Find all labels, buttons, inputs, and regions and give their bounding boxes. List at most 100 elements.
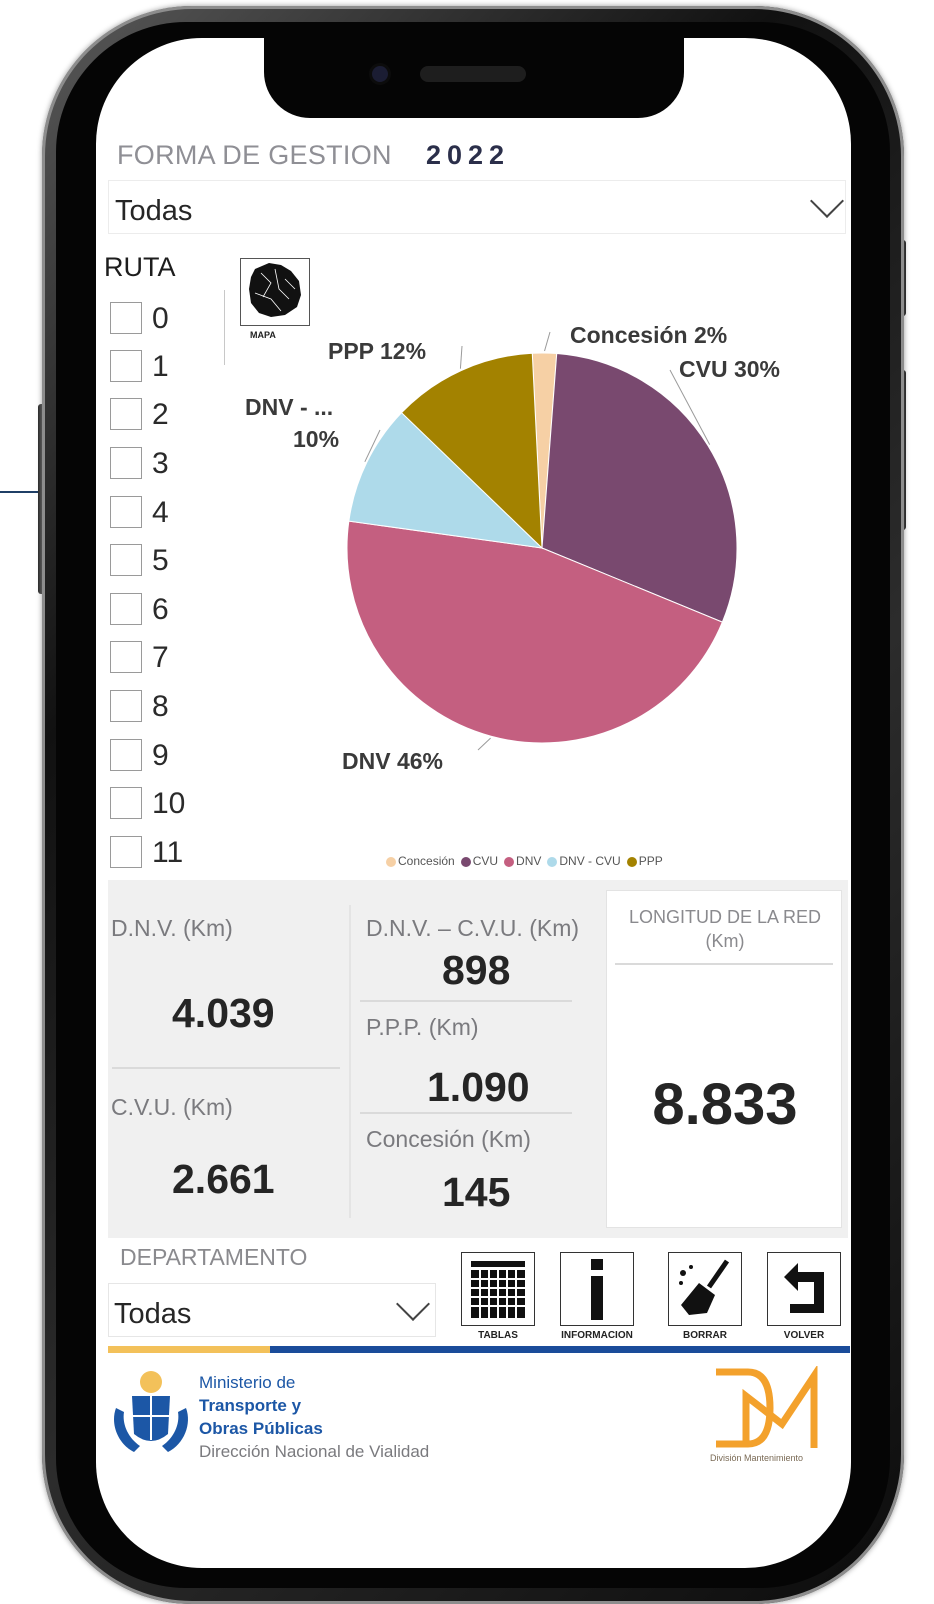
total-card: LONGITUD DE LA RED (Km) 8.833 xyxy=(606,890,842,1228)
legend-item[interactable]: CVU xyxy=(460,854,499,868)
division-caption: División Mantenimiento xyxy=(710,1453,804,1463)
ministry-line-3: Obras Públicas xyxy=(199,1419,323,1438)
cvu-label: C.V.U. (Km) xyxy=(111,1094,233,1120)
ruta-item-label: 0 xyxy=(152,302,169,335)
total-unit: (Km) xyxy=(705,931,745,951)
slicer-divider xyxy=(224,290,225,365)
dnv-cvu-label: D.N.V. – C.V.U. (Km) xyxy=(366,915,580,941)
dnv-value: 4.039 xyxy=(172,990,275,1036)
ruta-item-label: 10 xyxy=(152,787,186,820)
stats-divider xyxy=(112,1067,340,1069)
footer-bar-yellow xyxy=(108,1346,270,1353)
ruta-item-label: 11 xyxy=(152,836,184,869)
pie-leader-line xyxy=(459,345,463,369)
legend-dot xyxy=(547,856,558,867)
checkbox[interactable] xyxy=(110,544,142,576)
volver-button[interactable] xyxy=(767,1252,841,1326)
division-mantenimiento-logo xyxy=(716,1366,818,1448)
earpiece-speaker xyxy=(420,66,526,82)
ruta-item-label: 3 xyxy=(152,447,169,480)
tablas-caption: TABLAS xyxy=(478,1330,518,1341)
informacion-caption: INFORMACION xyxy=(561,1330,633,1341)
legend-dot xyxy=(460,856,471,867)
forma-gestion-dropdown[interactable]: Todas xyxy=(108,180,846,234)
pie-label-ppp: PPP 12% xyxy=(328,338,427,364)
checkbox[interactable] xyxy=(110,787,142,819)
page-title: FORMA DE GESTION xyxy=(117,140,392,170)
ruta-item-label: 5 xyxy=(152,544,169,577)
dnv-label: D.N.V. (Km) xyxy=(111,915,233,941)
volver-caption: VOLVER xyxy=(783,1330,825,1341)
informacion-button[interactable] xyxy=(560,1252,634,1326)
checkbox[interactable] xyxy=(110,447,142,479)
ruta-item-label: 7 xyxy=(152,641,169,674)
checkbox[interactable] xyxy=(110,739,142,771)
checkbox[interactable] xyxy=(110,398,142,430)
legend-dot xyxy=(504,856,515,867)
chevron-down-icon xyxy=(810,184,844,218)
pie-label-dnv: DNV 46% xyxy=(342,748,443,774)
ruta-item-label: 6 xyxy=(152,593,169,626)
legend-label: CVU xyxy=(472,854,499,868)
legend-label: PPP xyxy=(638,854,663,868)
stats-divider xyxy=(349,905,351,1218)
dnv-cvu-value: 898 xyxy=(442,947,511,993)
checkbox[interactable] xyxy=(110,836,142,868)
checkbox[interactable] xyxy=(110,350,142,382)
ministry-line-1: Ministerio de xyxy=(199,1373,296,1392)
tablas-button[interactable] xyxy=(461,1252,535,1326)
legend-item[interactable]: DNV xyxy=(504,854,541,868)
checkbox[interactable] xyxy=(110,496,142,528)
legend-label: DNV - CVU xyxy=(559,854,621,868)
ruta-item-label: 9 xyxy=(152,739,169,772)
legend-item[interactable]: Concesión xyxy=(386,854,455,868)
pie-leader-line xyxy=(477,737,491,751)
concesion-value: 145 xyxy=(442,1169,511,1215)
pie-leader-line xyxy=(544,331,551,352)
year-label: 2022 xyxy=(426,140,511,170)
ruta-item-label: 4 xyxy=(152,496,169,529)
forma-gestion-value: Todas xyxy=(115,195,193,227)
ruta-item-label: 8 xyxy=(152,690,169,723)
departamento-title: DEPARTAMENTO xyxy=(120,1244,308,1270)
legend-item[interactable]: PPP xyxy=(626,854,663,868)
mapa-button[interactable] xyxy=(240,258,310,326)
footer-bar-blue xyxy=(270,1346,850,1353)
pie-label-cvu: CVU 30% xyxy=(679,356,780,382)
legend-label: Concesión xyxy=(398,854,455,868)
ruta-slicer-title: RUTA xyxy=(104,252,176,282)
legend-dot xyxy=(386,856,396,867)
pie-label-concesion: Concesión 2% xyxy=(570,322,728,348)
ministry-line-4: Dirección Nacional de Vialidad xyxy=(199,1442,430,1461)
front-camera xyxy=(372,66,388,82)
stats-divider xyxy=(360,1000,572,1002)
ruta-item-label: 2 xyxy=(152,398,169,431)
checkbox[interactable] xyxy=(110,690,142,722)
total-divider xyxy=(615,963,833,965)
table-grid-icon xyxy=(471,1261,525,1318)
ppp-value: 1.090 xyxy=(427,1064,530,1110)
info-icon xyxy=(591,1259,603,1320)
concesion-label: Concesión (Km) xyxy=(366,1126,531,1152)
legend-label: DNV xyxy=(516,854,542,868)
legend-dot xyxy=(626,856,637,867)
ministry-line-2: Transporte y xyxy=(199,1396,302,1415)
total-label: LONGITUD DE LA RED xyxy=(628,907,822,927)
ppp-label: P.P.P. (Km) xyxy=(366,1014,479,1040)
borrar-caption: BORRAR xyxy=(683,1330,727,1341)
return-arrow-icon xyxy=(784,1263,824,1313)
uruguay-map-icon xyxy=(249,263,301,317)
checkbox[interactable] xyxy=(110,302,142,334)
total-value: 8.833 xyxy=(652,1072,798,1137)
departamento-value: Todas xyxy=(114,1298,192,1330)
uruguay-coat-of-arms-logo xyxy=(114,1371,188,1452)
checkbox[interactable] xyxy=(110,641,142,673)
checkbox[interactable] xyxy=(110,593,142,625)
legend-item[interactable]: DNV - CVU xyxy=(547,854,621,868)
ruta-item-label: 1 xyxy=(152,350,169,383)
broom-icon xyxy=(679,1259,730,1315)
stats-divider xyxy=(360,1112,572,1114)
pie-label-dnv-cvu: DNV - ... xyxy=(245,394,334,420)
borrar-button[interactable] xyxy=(668,1252,742,1326)
departamento-dropdown[interactable]: Todas xyxy=(108,1283,436,1337)
